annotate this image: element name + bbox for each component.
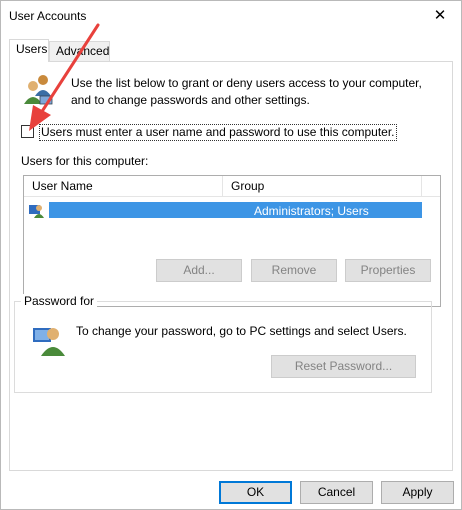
row-selection-highlight: Administrators; Users [49,202,422,218]
row-group-cell: Administrators; Users [254,204,369,218]
title-bar: User Accounts ✕ [1,1,461,31]
cancel-button[interactable]: Cancel [300,481,373,504]
remove-user-button[interactable]: Remove [251,259,337,282]
tab-advanced[interactable]: Advanced [49,41,110,61]
column-header-group[interactable]: Group [223,176,422,197]
intro-text: Use the list below to grant or deny user… [71,76,422,107]
ok-button[interactable]: OK [219,481,292,504]
users-list-label: Users for this computer: [21,154,149,168]
user-row-icon [29,205,44,218]
column-header-user-name[interactable]: User Name [24,176,223,197]
close-icon[interactable]: ✕ [425,3,455,29]
user-password-icon [33,328,65,356]
apply-button[interactable]: Apply [381,481,454,504]
users-listview[interactable]: User Name Group Administrators; Users [23,175,441,307]
listview-header: User Name Group [24,176,440,197]
tab-users[interactable]: Users [9,39,49,62]
require-login-label[interactable]: Users must enter a user name and passwor… [39,124,397,141]
reset-password-button[interactable]: Reset Password... [271,355,416,378]
password-groupbox [14,301,432,393]
users-group-icon [24,75,53,105]
user-accounts-dialog: User Accounts ✕ Users Advanced Use the l… [0,0,462,510]
add-user-button[interactable]: Add... [156,259,242,282]
password-instructions: To change your password, go to PC settin… [76,324,407,338]
password-group-title: Password for [21,294,98,308]
require-login-checkbox[interactable] [21,125,34,138]
properties-button[interactable]: Properties [345,259,431,282]
window-title: User Accounts [9,9,87,23]
table-row[interactable]: Administrators; Users [24,201,422,219]
